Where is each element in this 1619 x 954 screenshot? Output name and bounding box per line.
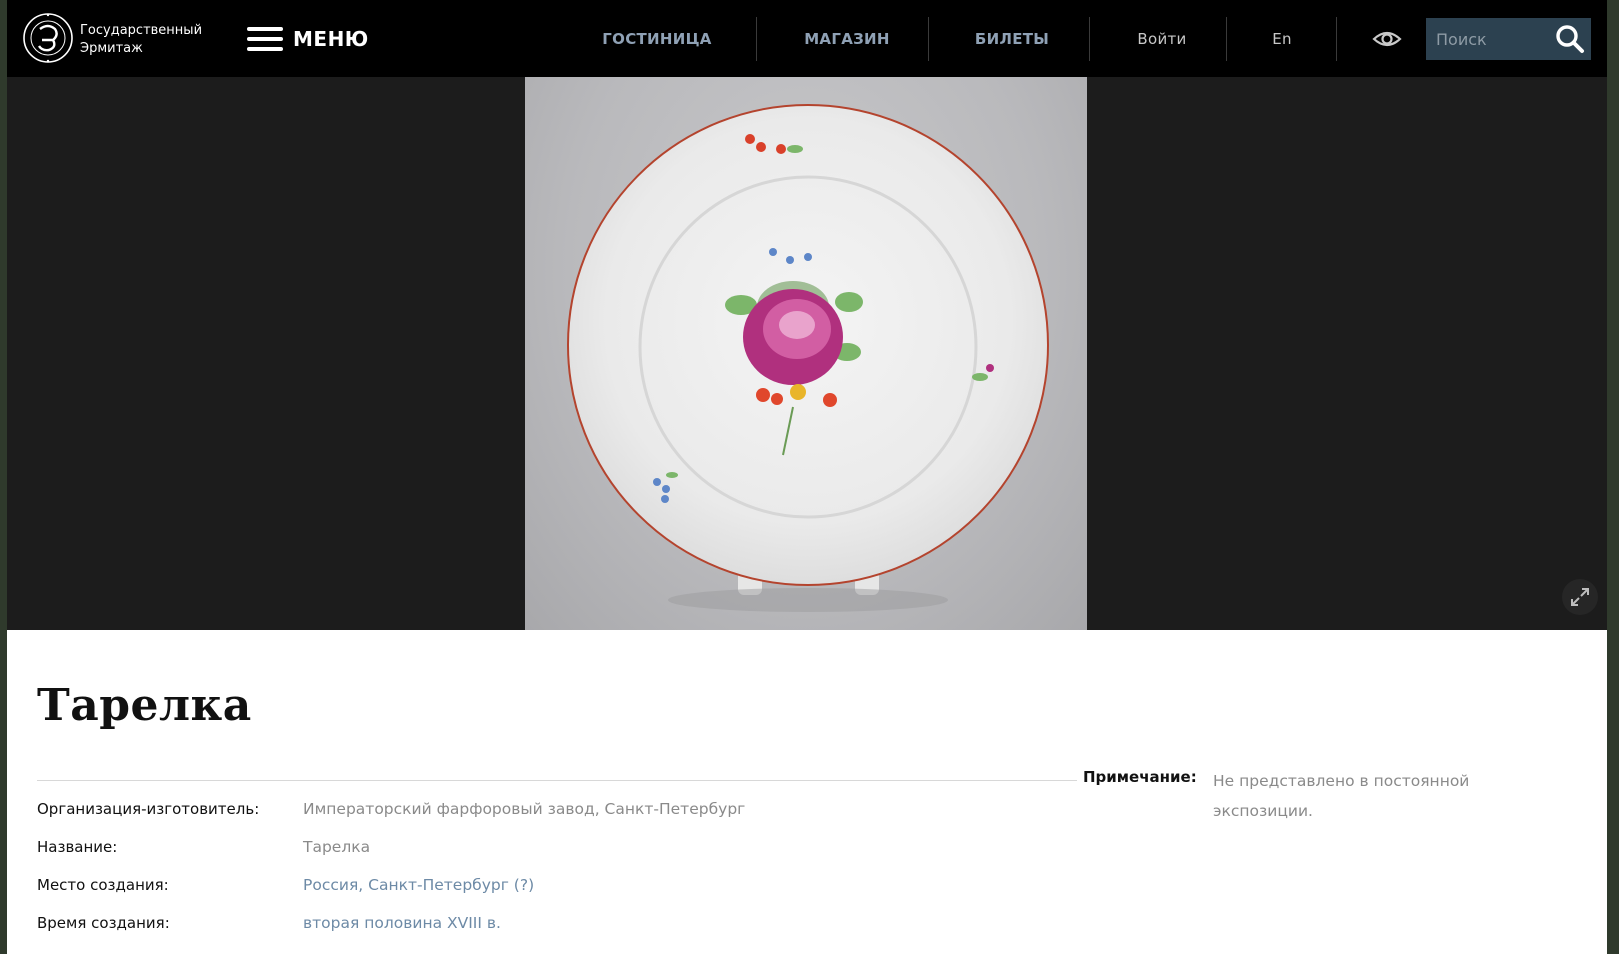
nav-hotel[interactable]: ГОСТИНИЦА	[582, 0, 732, 77]
hermitage-logo-icon[interactable]	[23, 7, 73, 69]
page: Государственный Эрмитаж МЕНЮ ГОСТИНИЦА М…	[7, 0, 1607, 954]
nav-shop[interactable]: МАГАЗИН	[767, 0, 927, 77]
logo-text-line2: Эрмитаж	[80, 41, 143, 56]
field-value-place-link[interactable]: Россия, Санкт-Петербург (?)	[303, 876, 534, 894]
field-label-name: Название:	[37, 838, 118, 856]
field-label-place: Место создания:	[37, 876, 169, 894]
divider	[37, 780, 1077, 781]
nav-login[interactable]: Войти	[1097, 0, 1227, 77]
search-input[interactable]	[1426, 18, 1549, 60]
logo-text[interactable]: Государственный Эрмитаж	[80, 22, 202, 58]
hero-image-area	[7, 77, 1607, 630]
eye-icon[interactable]	[1372, 26, 1402, 52]
nav-divider	[928, 17, 929, 61]
note-value: Не представлено в постоянной экспозиции.	[1213, 772, 1470, 820]
search-icon	[1556, 25, 1584, 53]
nav-divider	[1089, 17, 1090, 61]
search-button[interactable]	[1549, 18, 1591, 60]
hamburger-icon	[247, 26, 283, 52]
field-value-time-link[interactable]: вторая половина XVIII в.	[303, 914, 501, 932]
nav-language[interactable]: En	[1232, 0, 1332, 77]
fullscreen-button[interactable]	[1562, 579, 1598, 615]
field-label-time: Время создания:	[37, 914, 170, 932]
note-label: Примечание:	[1083, 768, 1197, 786]
field-value-name: Тарелка	[303, 838, 371, 856]
expand-icon	[1571, 588, 1589, 606]
nav-tickets[interactable]: БИЛЕТЫ	[937, 0, 1087, 77]
nav-divider	[1336, 17, 1337, 61]
logo-text-line1: Государственный	[80, 23, 203, 38]
field-label-manufacturer: Организация-изготовитель:	[37, 800, 260, 818]
nav-divider	[1226, 17, 1227, 61]
artwork-photo[interactable]	[525, 77, 1087, 630]
page-title: Тарелка	[37, 680, 252, 731]
field-value-manufacturer: Императорский фарфоровый завод, Санкт-Пе…	[303, 800, 746, 818]
top-navigation-bar: Государственный Эрмитаж МЕНЮ ГОСТИНИЦА М…	[7, 0, 1607, 77]
nav-divider	[756, 17, 757, 61]
menu-button[interactable]: МЕНЮ	[247, 24, 369, 54]
menu-label: МЕНЮ	[293, 27, 369, 51]
